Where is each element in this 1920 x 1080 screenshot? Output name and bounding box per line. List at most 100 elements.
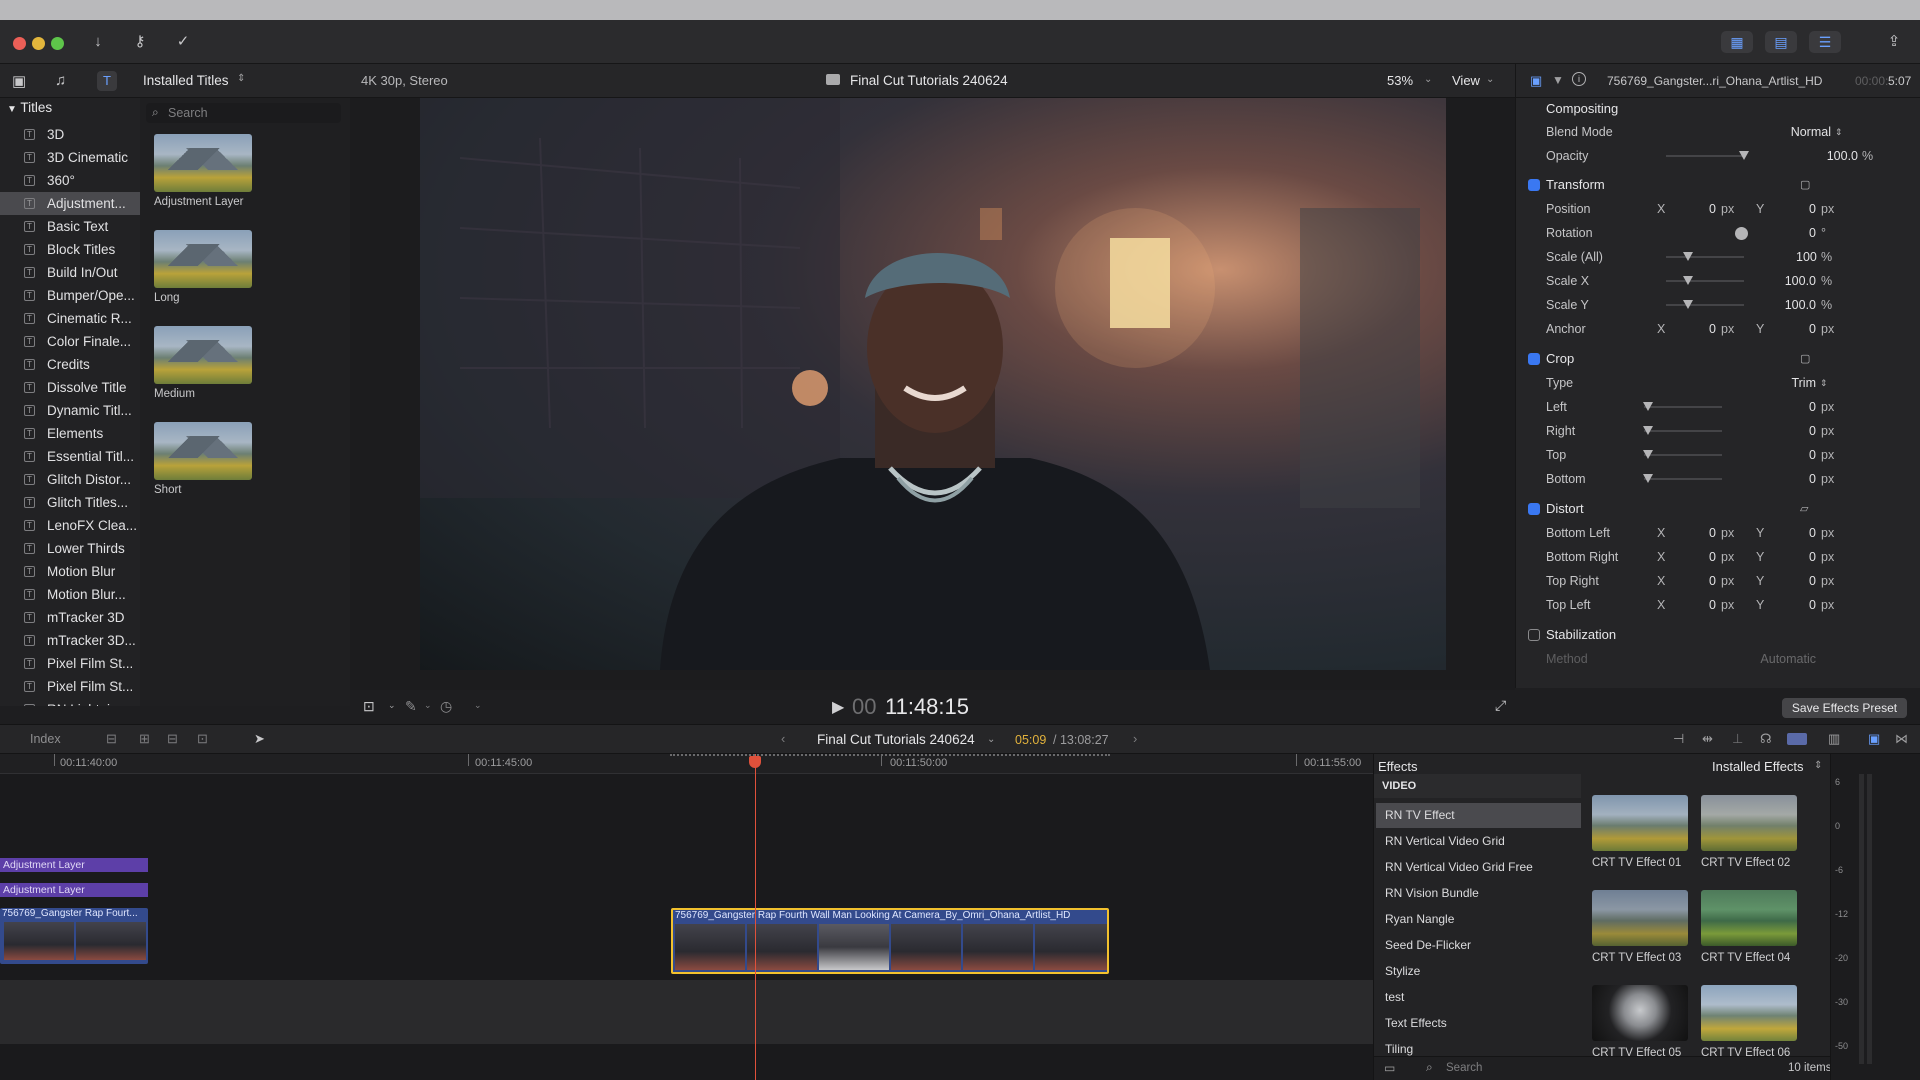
distort-onscreen-icon[interactable]: ▱ (1800, 498, 1808, 520)
category-item[interactable]: T Build In/Out (0, 261, 140, 284)
import-icon[interactable]: ↓ (83, 30, 113, 54)
titles-root[interactable]: ▼ Titles (7, 100, 52, 115)
effects-category-item[interactable]: Text Effects (1376, 1011, 1581, 1036)
category-item[interactable]: T Basic Text (0, 215, 140, 238)
sidebar-toggle-icon[interactable]: ▭ (1384, 1061, 1395, 1075)
category-item[interactable]: T RN Lightning... (0, 698, 140, 706)
crop-top-slider[interactable] (1643, 450, 1722, 459)
search-input[interactable]: ⌕ Search (146, 103, 341, 123)
close-window-button[interactable] (13, 37, 26, 50)
effects-source-dropdown[interactable]: Installed Effects (1712, 759, 1804, 774)
snapping-icon[interactable]: ⊥ (1732, 731, 1743, 747)
timeline[interactable]: 00:11:40:00 00:11:45:00 00:11:50:00 00:1… (0, 754, 1373, 1080)
crop-right-value[interactable]: 0 (1796, 420, 1816, 442)
info-icon[interactable]: i (1572, 72, 1586, 86)
anchor-y[interactable]: 0 (1796, 318, 1816, 340)
enhance-wand-icon[interactable]: ✎ (405, 698, 417, 715)
crop-left-slider[interactable] (1643, 402, 1722, 411)
category-item[interactable]: T Glitch Distor... (0, 468, 140, 491)
adjustment-layer-clip[interactable]: Adjustment Layer (0, 883, 148, 897)
crop-bottom-slider[interactable] (1643, 474, 1722, 483)
category-item[interactable]: T Elements (0, 422, 140, 445)
category-item[interactable]: TmTracker 3D (0, 606, 140, 629)
video-clip-main[interactable]: 756769_Gangster Rap Fourth Wall Man Look… (671, 908, 1109, 974)
effects-category-item[interactable]: RN Vertical Video Grid Free (1376, 855, 1581, 880)
stabilization-checkbox[interactable] (1528, 629, 1540, 641)
scale-y-value[interactable]: 100.0 (1766, 294, 1816, 316)
title-thumbnail[interactable] (154, 422, 252, 480)
anchor-x[interactable]: 0 (1696, 318, 1716, 340)
minimize-window-button[interactable] (32, 37, 45, 50)
retime-icon[interactable]: ◷ (440, 698, 452, 715)
effects-category-item[interactable]: Stylize (1376, 959, 1581, 984)
category-item[interactable]: T 3D (0, 123, 140, 146)
timeline-project-title[interactable]: Final Cut Tutorials 240624 (817, 732, 975, 747)
keywords-icon[interactable]: ⚷ (125, 30, 155, 54)
scale-all-slider[interactable] (1666, 252, 1744, 261)
effect-thumbnail[interactable] (1701, 890, 1797, 946)
category-item[interactable]: T LenoFX Clea... (0, 514, 140, 537)
browser-layout-icon[interactable]: ▦ (1721, 31, 1753, 53)
distort-bottom-left-y[interactable]: 0 (1796, 522, 1816, 544)
connect-clip-icon[interactable]: ⊟ (106, 731, 117, 747)
background-tasks-icon[interactable]: ✓ (168, 30, 198, 54)
effect-thumbnail[interactable] (1592, 985, 1688, 1041)
filter-icon[interactable]: ▼ (1552, 73, 1564, 87)
category-item[interactable]: T Bumper/Ope... (0, 284, 140, 307)
title-thumbnail[interactable] (154, 230, 252, 288)
distort-bottom-right-y[interactable]: 0 (1796, 546, 1816, 568)
category-item[interactable]: T Motion Blur (0, 560, 140, 583)
photos-audio-icon[interactable]: ♫ (55, 72, 66, 89)
effects-category-item[interactable]: RN Vertical Video Grid (1376, 829, 1581, 854)
opacity-slider[interactable] (1666, 151, 1749, 160)
category-item[interactable]: T Pixel Film St... (0, 652, 140, 675)
crop-bottom-value[interactable]: 0 (1796, 468, 1816, 490)
transform-checkbox[interactable] (1528, 179, 1540, 191)
distort-bottom-right-x[interactable]: 0 (1696, 546, 1716, 568)
history-back-icon[interactable]: ‹ (781, 731, 785, 746)
scale-x-value[interactable]: 100.0 (1766, 270, 1816, 292)
scale-all-value[interactable]: 100 (1796, 246, 1817, 268)
category-item[interactable]: T Glitch Titles... (0, 491, 140, 514)
blend-mode-select[interactable]: Normal (1766, 121, 1831, 143)
scale-x-slider[interactable] (1666, 276, 1744, 285)
video-inspector-icon[interactable]: ▣ (1530, 73, 1542, 89)
distort-top-left-y[interactable]: 0 (1796, 594, 1816, 616)
effect-thumbnail[interactable] (1701, 795, 1797, 851)
share-icon[interactable]: ⇪ (1879, 30, 1909, 54)
inspector-layout-icon[interactable]: ☰ (1809, 31, 1841, 53)
play-button[interactable]: ▶ (832, 697, 844, 717)
zoom-window-button[interactable] (51, 37, 64, 50)
save-effects-preset-button[interactable]: Save Effects Preset (1782, 698, 1907, 718)
effects-category-item[interactable]: RN Vision Bundle (1376, 881, 1581, 906)
crop-type-select[interactable]: Trim (1776, 372, 1816, 394)
solo-icon[interactable] (1787, 733, 1807, 745)
effects-category-item[interactable]: test (1376, 985, 1581, 1010)
distort-bottom-left-x[interactable]: 0 (1696, 522, 1716, 544)
video-frame[interactable] (420, 98, 1446, 670)
crop-checkbox[interactable] (1528, 353, 1540, 365)
category-item[interactable]: T 360° (0, 169, 140, 192)
clip-appearance-icon[interactable]: ▥ (1828, 731, 1840, 747)
effects-category-item[interactable]: Ryan Nangle (1376, 907, 1581, 932)
crop-right-slider[interactable] (1643, 426, 1722, 435)
zoom-dropdown[interactable]: 53% (1387, 73, 1413, 88)
append-clip-icon[interactable]: ⊟ (167, 731, 178, 747)
effects-category-item[interactable]: Seed De-Flicker (1376, 933, 1581, 958)
rotation-value[interactable]: 0 (1796, 222, 1816, 244)
category-item[interactable]: T Essential Titl... (0, 445, 140, 468)
crop-top-value[interactable]: 0 (1796, 444, 1816, 466)
category-item[interactable]: T Block Titles (0, 238, 140, 261)
title-thumbnail[interactable] (154, 134, 252, 192)
method-select[interactable]: Automatic (1746, 648, 1816, 670)
titles-generators-icon[interactable]: T (97, 71, 117, 91)
category-item[interactable]: T Motion Blur... (0, 583, 140, 606)
distort-top-right-x[interactable]: 0 (1696, 570, 1716, 592)
view-menu[interactable]: View (1452, 73, 1480, 88)
category-item[interactable]: T Cinematic R... (0, 307, 140, 330)
adjustment-layer-clip[interactable]: Adjustment Layer (0, 858, 148, 872)
category-item[interactable]: T Color Finale... (0, 330, 140, 353)
playhead[interactable] (755, 754, 756, 1080)
title-thumbnail[interactable] (154, 326, 252, 384)
overwrite-clip-icon[interactable]: ⊡ (197, 731, 208, 747)
